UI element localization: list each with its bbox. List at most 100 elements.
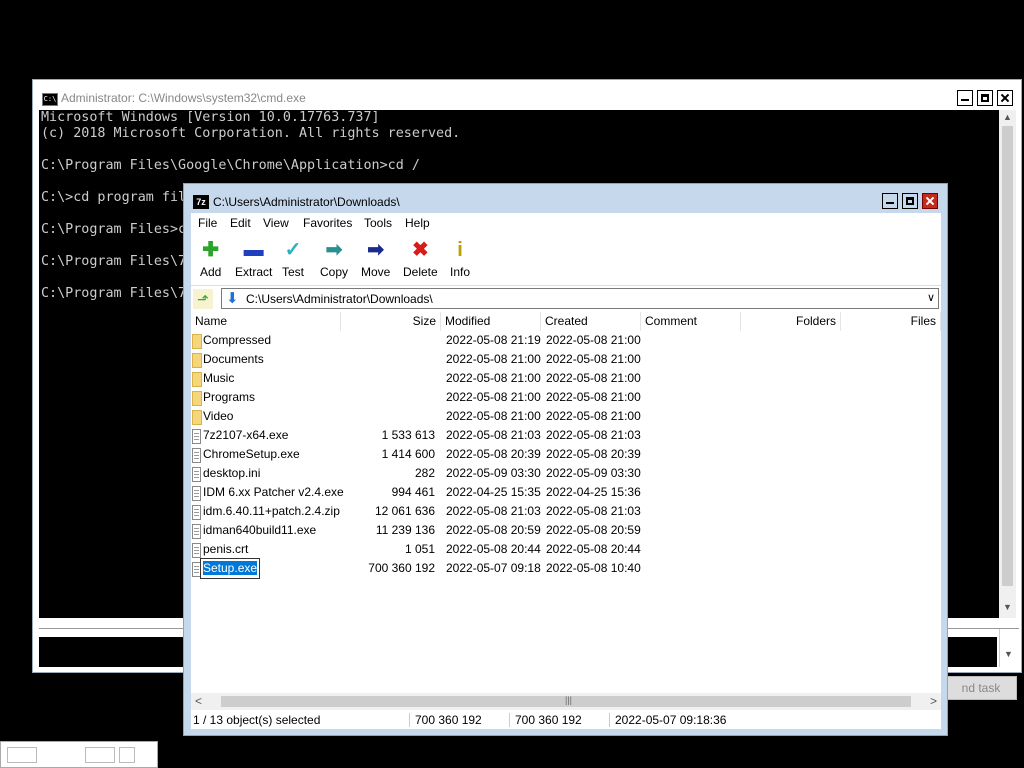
lower-scroll-down-icon[interactable]: ▼ [1000,649,1017,659]
toolbar-delete-button[interactable]: ✖ Delete [403,239,438,279]
toolbar-copy-button[interactable]: ➡ Copy [320,239,348,279]
file-row[interactable]: idm.6.40.11+patch.2.4.zip 12 061 636 2022-… [191,502,941,521]
file-row[interactable]: penis.crt 1 051 2022-05-08 20:44 2022-05-08… [191,540,941,559]
file-size: 11 239 136 [375,523,435,537]
sevenzip-app-icon: 7z [193,195,209,209]
folder-row[interactable]: Documents 2022-05-08 21:00 2022-05-08 21:0… [191,350,941,369]
chevron-down-icon[interactable]: ∨ [927,291,935,304]
file-icon [192,524,201,539]
horizontal-scrollbar[interactable]: < ||| > [191,693,941,710]
menu-view[interactable]: View [263,216,289,230]
sevenzip-minimize-button[interactable] [882,193,898,209]
file-name: IDM 6.xx Patcher v2.4.exe [203,485,344,499]
sevenzip-client: File Edit View Favorites Tools Help ✚ Add… [191,213,941,729]
file-name: idman640build11.exe [203,523,317,537]
toolbar-label: Delete [403,265,438,279]
folder-row[interactable]: Compressed 2022-05-08 21:19 2022-05-08 21:… [191,331,941,350]
column-comment[interactable]: Comment [641,312,741,331]
cmd-maximize-button[interactable] [977,90,993,106]
cmd-close-button[interactable] [997,90,1013,106]
toolbar-add-button[interactable]: ✚ Add [200,239,221,279]
file-size [341,350,435,369]
file-created: 2022-05-08 20:59 [546,523,641,537]
scroll-left-arrow-icon[interactable]: < [195,694,202,708]
file-size: 700 360 192 [368,561,435,575]
file-name: Compressed [203,333,272,347]
folder-icon [192,410,202,425]
menu-help[interactable]: Help [405,216,430,230]
file-name: penis.crt [203,542,249,556]
folder-up-icon[interactable]: ⬏ [193,289,213,309]
file-modified: 2022-05-08 21:03 [446,428,541,442]
cmd-titlebar[interactable]: C:\ Administrator: C:\Windows\system32\c… [33,80,1021,110]
taskbar-segment[interactable] [119,747,135,763]
column-created[interactable]: Created [541,312,641,331]
file-row[interactable]: Setup.exe 700 360 192 2022-05-07 09:18 2022… [191,558,941,579]
sevenzip-close-button[interactable] [922,193,938,209]
cmd-lower-scrollbar[interactable]: ▼ [999,629,1017,667]
sevenzip-maximize-button[interactable] [902,193,918,209]
rename-field[interactable]: Setup.exe [199,558,261,579]
file-size [341,388,435,407]
file-created: 2022-05-08 21:00 [546,409,641,423]
column-size[interactable]: Size [341,312,441,331]
file-name: Documents [203,352,264,366]
file-size: 1 414 600 [381,447,435,461]
column-name[interactable]: Name [191,312,341,331]
cmd-minimize-button[interactable] [957,90,973,106]
file-icon [192,448,201,463]
file-created: 2022-05-08 10:40 [546,561,641,575]
file-name: ChromeSetup.exe [203,447,300,461]
file-list[interactable]: Name Size Modified Created Comment Folde… [191,312,941,692]
folder-row[interactable]: Video 2022-05-08 21:00 2022-05-08 21:00 [191,407,941,426]
scroll-down-arrow-icon[interactable]: ▼ [999,602,1016,612]
folder-row[interactable]: Programs 2022-05-08 21:00 2022-05-08 21:00 [191,388,941,407]
cmd-vertical-scrollbar[interactable]: ▲ ▼ [999,110,1016,618]
status-selection: 1 / 13 object(s) selected [193,713,321,727]
menu-edit[interactable]: Edit [230,216,251,230]
cmd-scroll-thumb[interactable] [1002,126,1013,586]
taskbar-segment[interactable] [85,747,115,763]
address-path: C:\Users\Administrator\Downloads\ [246,292,433,306]
file-row[interactable]: desktop.ini 282 2022-05-09 03:30 2022-05-09… [191,464,941,483]
address-field[interactable]: ⬇ C:\Users\Administrator\Downloads\ ∨ [221,288,939,309]
scroll-grip-icon: ||| [565,695,573,705]
file-modified: 2022-05-08 21:00 [446,352,541,366]
file-row[interactable]: 7z2107-x64.exe 1 533 613 2022-05-08 21:03 2… [191,426,941,445]
toolbar-extract-button[interactable]: ▬ Extract [235,239,272,279]
minus-icon: ▬ [243,239,264,261]
plus-icon: ✚ [202,239,220,261]
file-modified: 2022-05-08 21:00 [446,390,541,404]
toolbar-label: Extract [235,265,273,279]
scroll-up-arrow-icon[interactable]: ▲ [999,112,1016,122]
file-row[interactable]: IDM 6.xx Patcher v2.4.exe 994 461 2022-04-… [191,483,941,502]
file-name: 7z2107-x64.exe [203,428,289,442]
file-row[interactable]: idman640build11.exe 11 239 136 2022-05-08 … [191,521,941,540]
file-size [341,407,435,426]
status-divider [409,713,410,727]
taskbar-segment[interactable] [7,747,37,763]
toolbar-move-button[interactable]: ➡ Move [361,239,390,279]
end-task-button[interactable]: nd task [945,676,1017,700]
delete-x-icon: ✖ [411,239,429,261]
menu-favorites[interactable]: Favorites [303,216,352,230]
list-header: Name Size Modified Created Comment Folde… [191,312,941,331]
file-name: desktop.ini [203,466,261,480]
column-files[interactable]: Files [841,312,941,331]
column-modified[interactable]: Modified [441,312,541,331]
file-modified: 2022-05-07 09:18 [446,561,541,575]
sevenzip-window-title: C:\Users\Administrator\Downloads\ [213,195,400,209]
info-icon: i [457,239,463,261]
toolbar-info-button[interactable]: i Info [450,239,470,279]
selected-name-text[interactable]: Setup.exe [203,561,258,575]
file-row[interactable]: ChromeSetup.exe 1 414 600 2022-05-08 20:39… [191,445,941,464]
scroll-right-arrow-icon[interactable]: > [930,694,937,708]
menu-file[interactable]: File [198,216,217,230]
column-folders[interactable]: Folders [741,312,841,331]
file-created: 2022-05-08 21:03 [546,428,641,442]
folder-row[interactable]: Music 2022-05-08 21:00 2022-05-08 21:00 [191,369,941,388]
status-size: 700 360 192 [415,713,482,727]
file-name: Music [203,371,235,385]
menu-tools[interactable]: Tools [364,216,392,230]
toolbar-test-button[interactable]: ✓ Test [282,239,304,279]
